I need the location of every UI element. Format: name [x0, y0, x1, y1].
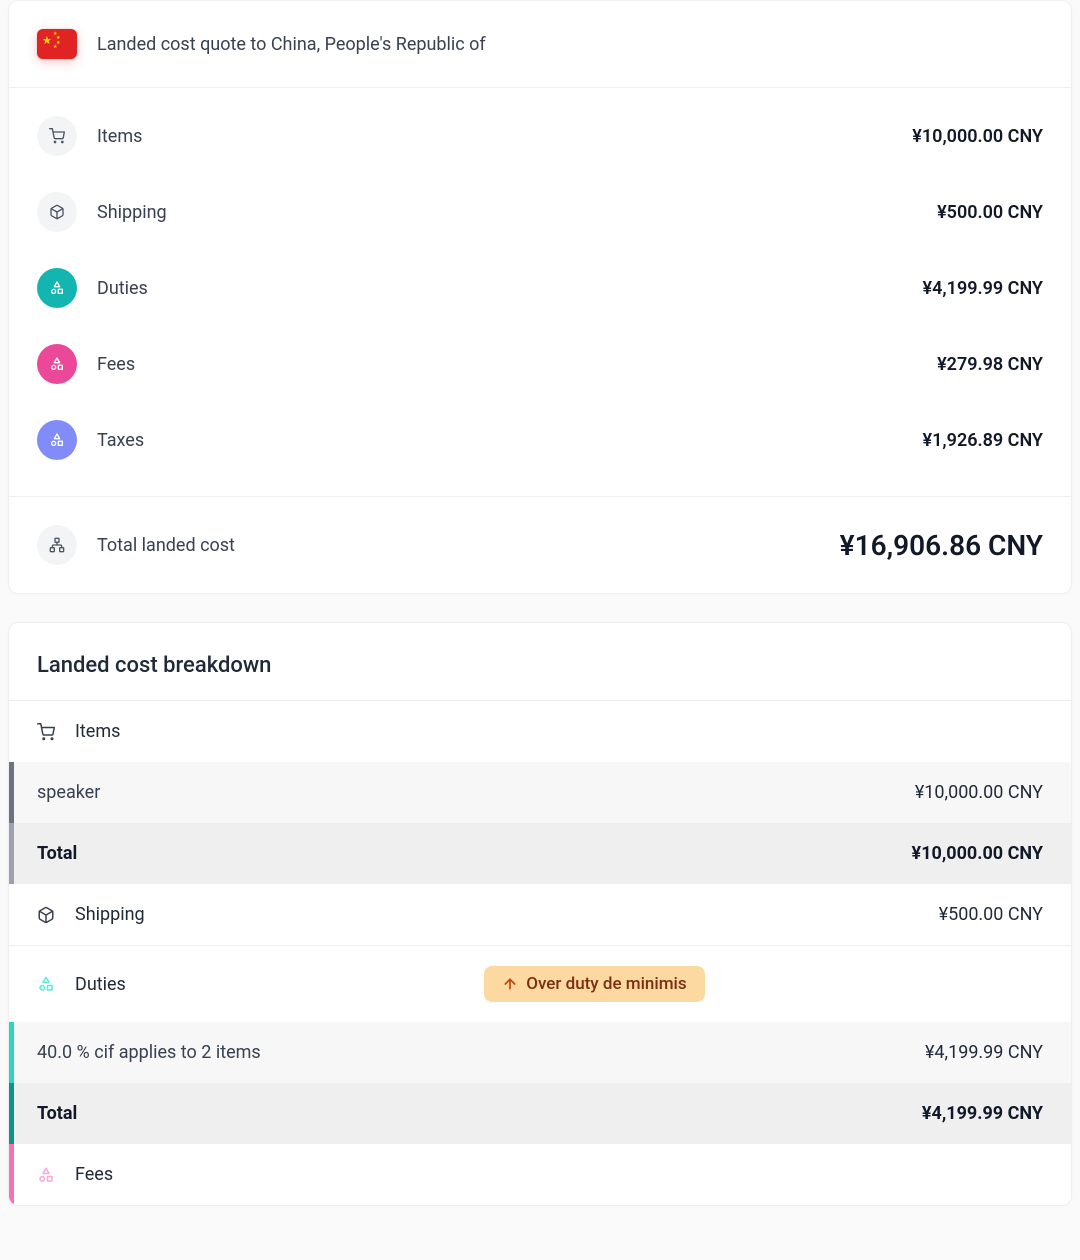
summary-row-items: Items ¥10,000.00 CNY	[37, 98, 1043, 174]
breakdown-fees-header: Fees	[9, 1144, 1071, 1205]
items-total-label: Total	[37, 843, 912, 864]
summary-items-label: Items	[97, 126, 912, 147]
breakdown-duty-row: 40.0 % cif applies to 2 items ¥4,199.99 …	[9, 1022, 1071, 1083]
landed-cost-summary-card: ★ ★ ★ ★ ★ Landed cost quote to China, Pe…	[8, 0, 1072, 594]
duty-value: ¥4,199.99 CNY	[925, 1042, 1043, 1063]
item-value: ¥10,000.00 CNY	[915, 782, 1043, 803]
breakdown-shipping-label: Shipping	[75, 904, 919, 925]
breakdown-item-row: speaker ¥10,000.00 CNY	[9, 762, 1071, 823]
summary-title: Landed cost quote to China, People's Rep…	[97, 34, 486, 55]
summary-row-fees: Fees ¥279.98 CNY	[37, 326, 1043, 402]
cart-icon	[37, 116, 77, 156]
shapes-icon	[37, 268, 77, 308]
summary-duties-value: ¥4,199.99 CNY	[923, 278, 1043, 299]
breakdown-title: Landed cost breakdown	[9, 623, 1071, 701]
item-name: speaker	[37, 782, 915, 803]
summary-fees-label: Fees	[97, 354, 937, 375]
shapes-icon	[37, 344, 77, 384]
breakdown-duties-total: Total ¥4,199.99 CNY	[9, 1083, 1071, 1144]
over-de-minimis-badge: Over duty de minimis	[484, 966, 704, 1002]
duties-total-label: Total	[37, 1103, 922, 1124]
duty-desc: 40.0 % cif applies to 2 items	[37, 1042, 925, 1063]
shapes-icon	[37, 975, 55, 993]
summary-fees-value: ¥279.98 CNY	[937, 354, 1043, 375]
breakdown-shipping-row: Shipping ¥500.00 CNY	[9, 884, 1071, 946]
summary-header: ★ ★ ★ ★ ★ Landed cost quote to China, Pe…	[9, 1, 1071, 88]
shapes-icon	[37, 1166, 55, 1184]
summary-row-duties: Duties ¥4,199.99 CNY	[37, 250, 1043, 326]
summary-shipping-value: ¥500.00 CNY	[937, 202, 1043, 223]
summary-taxes-label: Taxes	[97, 430, 923, 451]
arrow-up-icon	[502, 976, 518, 992]
shapes-icon	[37, 420, 77, 460]
summary-total-row: Total landed cost ¥16,906.86 CNY	[9, 496, 1071, 593]
breakdown-items-total: Total ¥10,000.00 CNY	[9, 823, 1071, 884]
summary-total-label: Total landed cost	[97, 535, 840, 556]
summary-list: Items ¥10,000.00 CNY Shipping ¥500.00 CN…	[9, 88, 1071, 496]
duties-total-value: ¥4,199.99 CNY	[922, 1103, 1043, 1124]
items-total-value: ¥10,000.00 CNY	[912, 843, 1043, 864]
summary-row-taxes: Taxes ¥1,926.89 CNY	[37, 402, 1043, 478]
breakdown-items-label: Items	[75, 721, 120, 742]
sitemap-icon	[37, 525, 77, 565]
summary-duties-label: Duties	[97, 278, 923, 299]
package-icon	[37, 192, 77, 232]
cart-icon	[37, 723, 55, 741]
breakdown-items-header: Items	[9, 701, 1071, 762]
flag-china-icon: ★ ★ ★ ★ ★	[37, 29, 77, 59]
summary-total-value: ¥16,906.86 CNY	[840, 529, 1043, 562]
badge-text: Over duty de minimis	[526, 974, 686, 994]
summary-taxes-value: ¥1,926.89 CNY	[923, 430, 1043, 451]
breakdown-shipping-value: ¥500.00 CNY	[939, 904, 1043, 925]
breakdown-duties-header: Duties Over duty de minimis	[9, 946, 1071, 1022]
summary-shipping-label: Shipping	[97, 202, 937, 223]
summary-row-shipping: Shipping ¥500.00 CNY	[37, 174, 1043, 250]
summary-items-value: ¥10,000.00 CNY	[912, 126, 1043, 147]
breakdown-duties-label: Duties	[75, 974, 126, 995]
breakdown-fees-label: Fees	[75, 1164, 113, 1185]
landed-cost-breakdown-card: Landed cost breakdown Items speaker ¥10,…	[8, 622, 1072, 1206]
package-icon	[37, 906, 55, 924]
